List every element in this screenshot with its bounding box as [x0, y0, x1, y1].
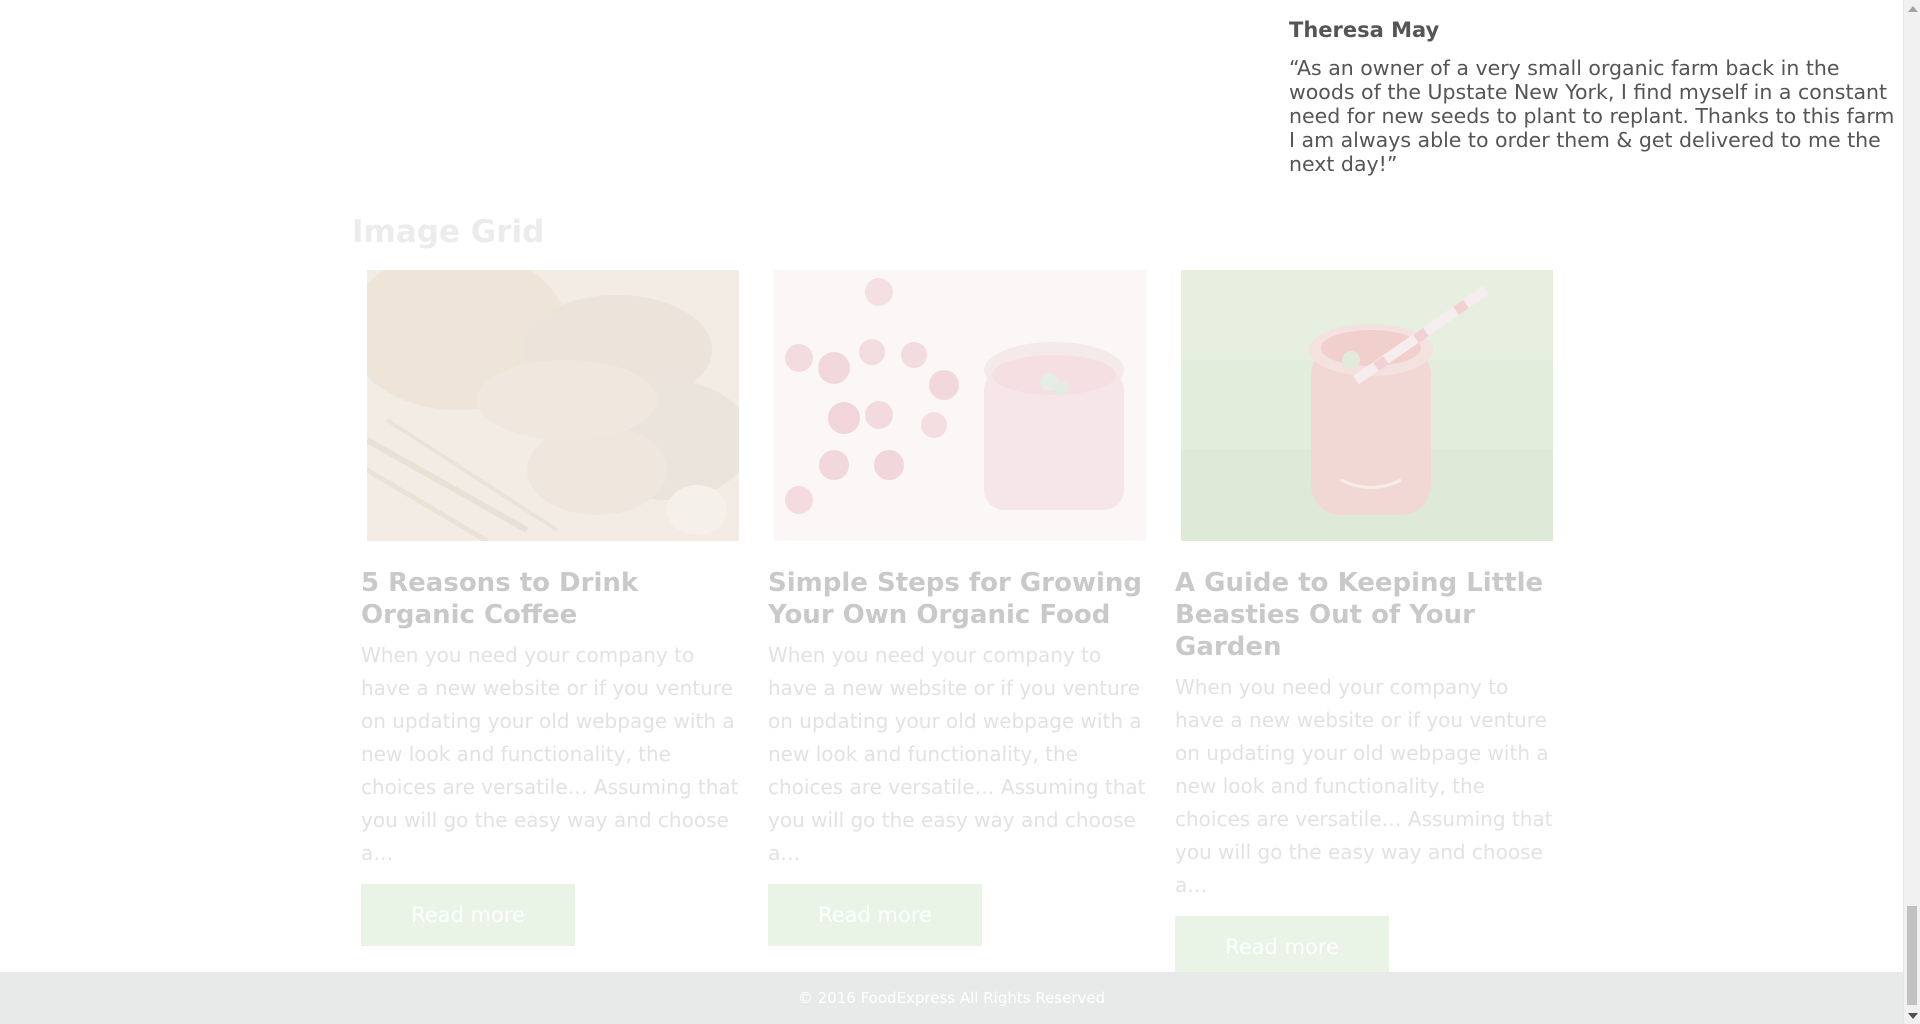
blog-card-excerpt: When you need your company to have a new… [768, 643, 1146, 865]
smoothie-illustration [774, 270, 1146, 541]
bread-illustration [367, 270, 739, 541]
read-more-button[interactable]: Read more [768, 884, 982, 946]
testimonial-author: Theresa May [1289, 18, 1440, 42]
scroll-down-arrow-icon[interactable] [1904, 1007, 1920, 1024]
strawberry-drink-image[interactable] [1181, 270, 1553, 541]
read-more-button[interactable]: Read more [1175, 916, 1389, 978]
copyright-text: © 2016 FoodExpress All Rights Reserved [797, 989, 1106, 1007]
testimonial: Theresa May “As an owner of a very small… [1289, 14, 1899, 176]
blog-card: A Guide to Keeping Little Beasties Out o… [1175, 270, 1555, 978]
blog-card-title[interactable]: Simple Steps for Growing Your Own Organi… [768, 567, 1148, 631]
vertical-scrollbar[interactable] [1903, 0, 1920, 1024]
image-grid-title: Image Grid [352, 214, 545, 250]
footer: © 2016 FoodExpress All Rights Reserved [0, 972, 1903, 1024]
blog-card-excerpt: When you need your company to have a new… [1175, 675, 1553, 897]
blog-card-title[interactable]: 5 Reasons to Drink Organic Coffee [361, 567, 741, 631]
drink-jar-illustration [1181, 270, 1553, 541]
blog-card: Simple Steps for Growing Your Own Organi… [768, 270, 1148, 946]
scrollbar-thumb[interactable] [1907, 906, 1917, 1005]
testimonial-quote: “As an owner of a very small organic far… [1289, 56, 1895, 176]
blog-card: 5 Reasons to Drink Organic Coffee When y… [361, 270, 741, 946]
smoothie-image[interactable] [774, 270, 1146, 541]
blog-card-excerpt: When you need your company to have a new… [361, 643, 739, 865]
scroll-up-arrow-icon[interactable] [1904, 0, 1920, 17]
bread-image[interactable] [367, 270, 739, 541]
read-more-button[interactable]: Read more [361, 884, 575, 946]
blog-card-title[interactable]: A Guide to Keeping Little Beasties Out o… [1175, 567, 1555, 663]
page: Theresa May “As an owner of a very small… [0, 0, 1903, 1024]
